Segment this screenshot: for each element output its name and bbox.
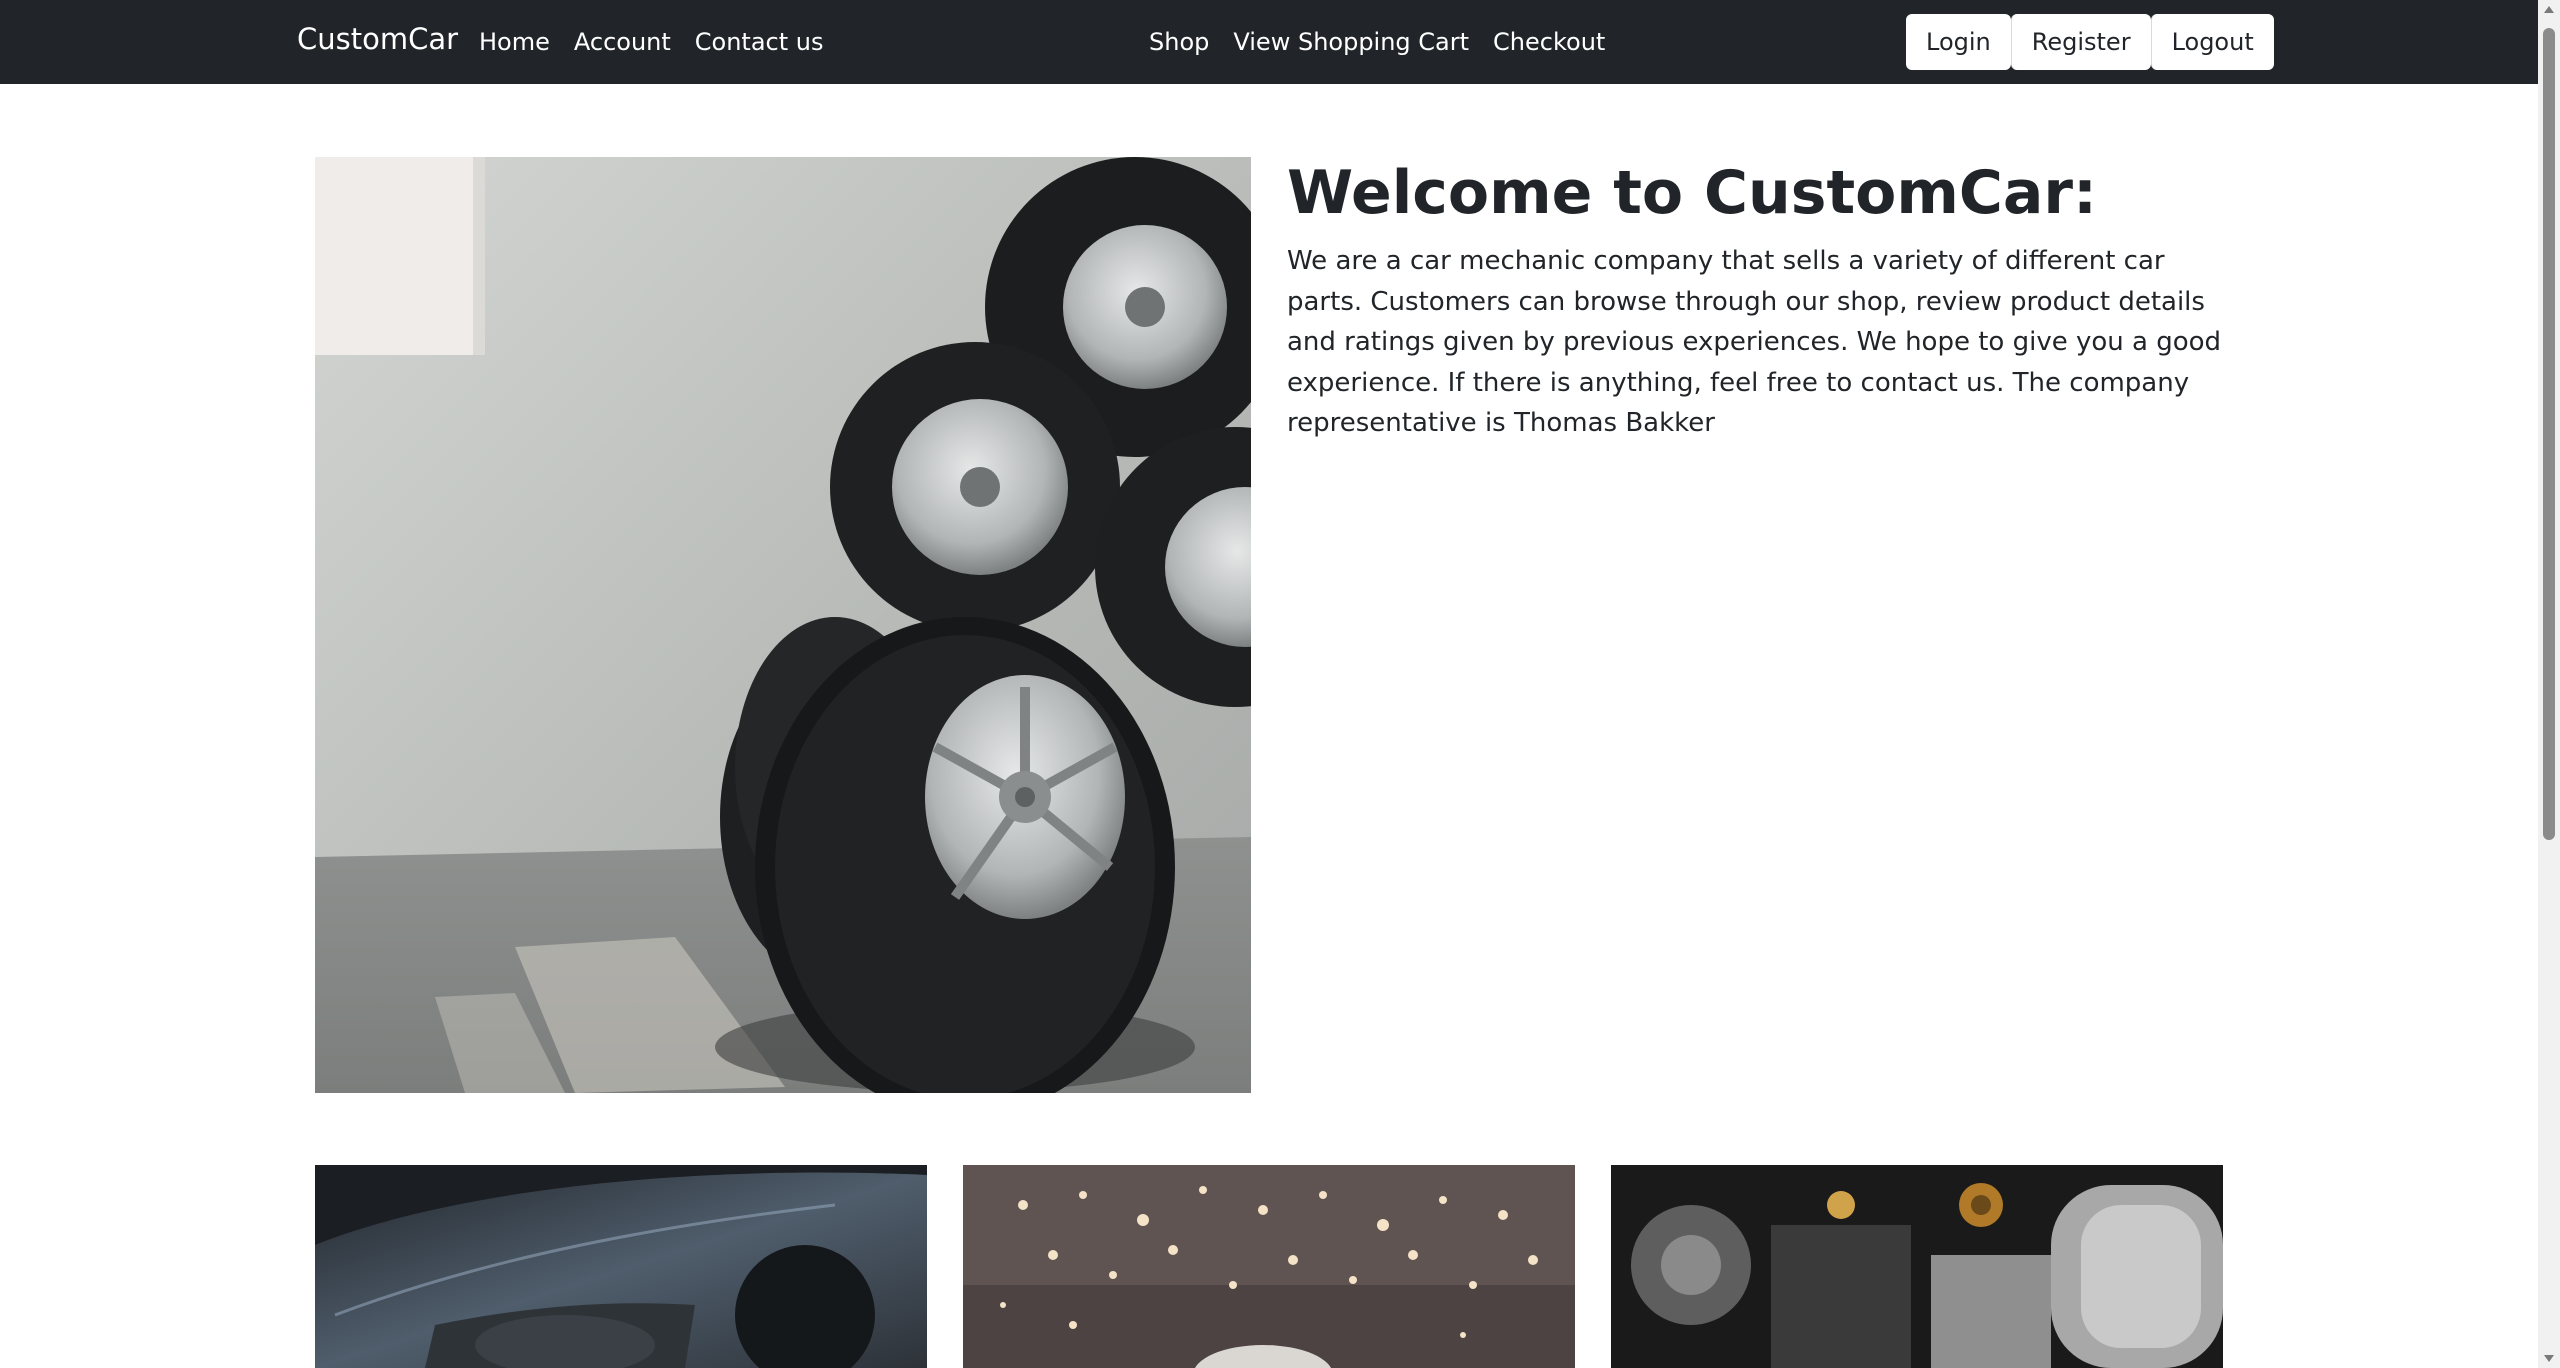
vertical-scrollbar[interactable] [2538, 0, 2560, 1368]
card-image-showroom [963, 1165, 1575, 1368]
showroom-lights-illustration [963, 1165, 1575, 1368]
car-hood-illustration [315, 1165, 927, 1368]
welcome-description: We are a car mechanic company that sells… [1287, 246, 2222, 438]
nav-link-account[interactable]: Account [574, 28, 671, 56]
engine-illustration [1611, 1165, 2223, 1368]
brand-link[interactable]: CustomCar [297, 22, 458, 56]
scrollbar-thumb[interactable] [2543, 28, 2555, 840]
top-navbar: CustomCar Home Account Contact us Shop V… [0, 0, 2538, 84]
login-button[interactable]: Login [1906, 14, 2011, 70]
nav-link-checkout[interactable]: Checkout [1493, 28, 1605, 56]
nav-link-contact[interactable]: Contact us [695, 28, 824, 56]
card-image-car [315, 1165, 927, 1368]
nav-center-links: Shop View Shopping Cart Checkout [1149, 28, 1605, 56]
nav-link-cart[interactable]: View Shopping Cart [1233, 28, 1469, 56]
nav-link-home[interactable]: Home [479, 28, 550, 56]
auth-button-group: Login Register Logout [1906, 14, 2274, 70]
scroll-up-arrow-icon[interactable] [2544, 6, 2554, 13]
page-title: Welcome to CustomCar: [1287, 158, 2097, 228]
nav-left-links: Home Account Contact us [479, 28, 824, 56]
tires-illustration [315, 157, 1251, 1093]
card-image-engine [1611, 1165, 2223, 1368]
nav-link-shop[interactable]: Shop [1149, 28, 1209, 56]
logout-button[interactable]: Logout [2150, 14, 2274, 70]
scroll-down-arrow-icon[interactable] [2544, 1355, 2554, 1362]
register-button[interactable]: Register [2010, 14, 2151, 70]
hero-tires-image [315, 157, 1251, 1093]
